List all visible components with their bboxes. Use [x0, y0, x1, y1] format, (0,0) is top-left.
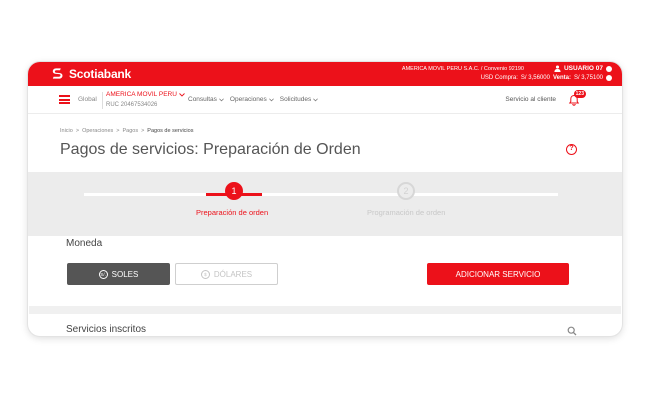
step-1-circle: 1 — [225, 182, 243, 200]
dolares-coin-icon: $ — [200, 269, 210, 279]
breadcrumb: Inicio > Operaciones > Pagos > Pagos de ser… — [60, 128, 194, 134]
step-1-label: Preparación de orden — [196, 208, 269, 217]
company-selector[interactable]: AMERICA MOVIL PERU — [106, 91, 185, 98]
stepper: 1 2 — [28, 172, 622, 236]
compra-value: S/ 3,56000 — [520, 75, 550, 81]
compra-label: USD Compra: — [480, 75, 518, 81]
venta-label: Venta: — [552, 75, 571, 81]
chevron-down-icon — [268, 97, 274, 101]
customer-service-link[interactable]: Servicio al cliente — [505, 96, 556, 103]
chevron-down-icon — [313, 97, 319, 101]
rates-info-icon[interactable] — [606, 75, 612, 81]
exchange-rates: USD Compra: S/ 3,56000 Venta: S/ 3,75100 — [481, 75, 612, 81]
chevron-down-icon — [219, 97, 224, 101]
step-2-label: Programación de orden — [367, 208, 446, 217]
stepper-track — [84, 193, 558, 196]
menu-consultas-label: Consultas — [188, 96, 217, 103]
page-title: Pagos de servicios: Preparación de Orden — [60, 141, 361, 158]
company-convenio: AMERICA MOVIL PERU S.A.C. / Convenio 921… — [401, 66, 524, 72]
add-service-button[interactable]: ADICIONAR SERVICIO — [427, 263, 569, 285]
menu-solicitudes[interactable]: Solicitudes — [279, 96, 319, 103]
help-icon[interactable]: ? — [566, 144, 577, 155]
user-icon — [554, 65, 561, 72]
breadcrumb-operaciones[interactable]: Operaciones — [82, 128, 113, 134]
chevron-down-icon — [179, 92, 185, 97]
menu-operaciones-label: Operaciones — [229, 96, 267, 103]
company-name: AMERICA MOVIL PERU — [106, 91, 177, 98]
user-menu[interactable]: USUARIO 07 — [554, 65, 612, 72]
menu-consultas[interactable]: Consultas — [188, 96, 224, 103]
soles-label: SOLES — [111, 269, 139, 279]
soles-button[interactable]: S/. SOLES — [67, 263, 170, 285]
menu-solicitudes-label: Solicitudes — [279, 96, 312, 103]
brand-logo[interactable]: Scotiabank — [50, 66, 131, 81]
section-separator — [29, 306, 621, 314]
nav-bar: Global AMERICA MOVIL PERU RUC 2046753402… — [28, 86, 622, 114]
notification-badge: 123 — [573, 90, 586, 98]
moneda-label: Moneda — [66, 238, 103, 249]
nav-divider — [102, 92, 103, 109]
menu-operaciones[interactable]: Operaciones — [230, 96, 274, 103]
main-menu: Consultas Operaciones Solicitudes — [188, 96, 319, 103]
scotiabank-logo-icon — [52, 68, 63, 79]
user-dropdown-icon[interactable] — [606, 65, 612, 72]
search-icon[interactable] — [567, 326, 577, 336]
soles-coin-icon: S/. — [98, 269, 108, 279]
dolares-button[interactable]: $ DÓLARES — [175, 263, 278, 285]
nav-global[interactable]: Global — [78, 96, 97, 103]
user-name: USUARIO 07 — [563, 65, 603, 72]
venta-value: S/ 3,75100 — [573, 75, 603, 81]
breadcrumb-inicio[interactable]: Inicio — [60, 128, 73, 134]
dolares-label: DÓLARES — [213, 269, 253, 279]
hamburger-menu-icon[interactable] — [59, 95, 70, 104]
breadcrumb-pagos[interactable]: Pagos — [122, 128, 138, 134]
step-2-circle: 2 — [397, 182, 415, 200]
top-bar: Scotiabank AMERICA MOVIL PERU S.A.C. / C… — [28, 62, 622, 86]
company-ruc: RUC 20467534026 — [106, 102, 158, 108]
servicios-inscritos-label: Servicios inscritos — [66, 324, 147, 335]
brand-name: Scotiabank — [69, 66, 132, 81]
breadcrumb-current: Pagos de servicios — [147, 128, 194, 134]
